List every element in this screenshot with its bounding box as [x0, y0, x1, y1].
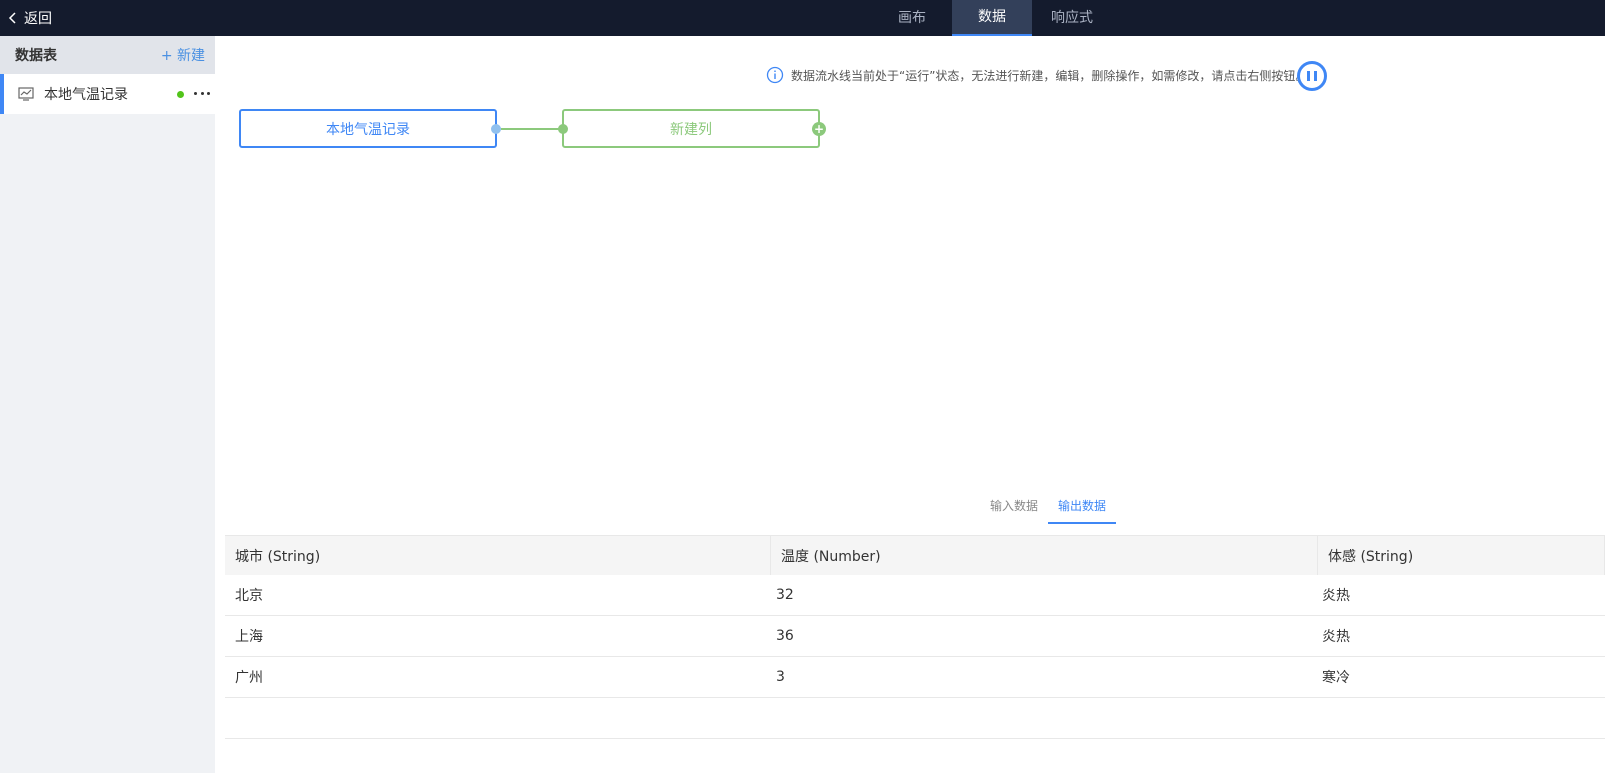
tab-data[interactable]: 数据	[952, 0, 1032, 36]
view-tabs: 画布 数据 响应式	[872, 0, 1112, 36]
table-row-empty	[225, 698, 1605, 739]
column-header-city[interactable]: 城市 (String)	[225, 536, 771, 575]
table-cell	[771, 698, 1318, 738]
table-cell: 3	[776, 669, 785, 685]
pipeline-notice: 数据流水线当前处于“运行”状态，无法进行新建，编辑，删除操作，如需修改，请点击右…	[766, 62, 1307, 88]
pause-icon	[1307, 71, 1310, 81]
table-cell: 广州	[235, 670, 263, 686]
output-port[interactable]	[491, 124, 501, 134]
back-label: 返回	[24, 11, 52, 27]
table-header: 城市 (String) 温度 (Number) 体感 (String)	[225, 535, 1605, 575]
output-table: 城市 (String) 温度 (Number) 体感 (String) 北京 3…	[225, 535, 1605, 739]
tab-output-data[interactable]: 输出数据	[1048, 490, 1117, 524]
table-row: 上海 36 炎热	[225, 616, 1605, 657]
notice-text: 数据流水线当前处于“运行”状态，无法进行新建，编辑，删除操作，如需修改，请点击右…	[791, 68, 1308, 83]
pipeline-node-new-column[interactable]: 新建列	[562, 109, 820, 148]
input-port[interactable]	[558, 124, 568, 134]
sidebar-item-local-temperature[interactable]: 本地气温记录	[0, 74, 215, 114]
table-cell: 北京	[235, 588, 263, 604]
chart-icon	[18, 87, 34, 101]
new-table-button[interactable]: + 新建	[161, 45, 205, 65]
info-icon	[766, 66, 784, 84]
sidebar-header: 数据表 + 新建	[0, 36, 215, 74]
table-cell: 炎热	[1322, 629, 1350, 645]
table-cell: 寒冷	[1322, 670, 1350, 686]
back-button[interactable]: 返回	[0, 0, 52, 36]
tab-responsive[interactable]: 响应式	[1032, 0, 1112, 36]
table-cell: 32	[776, 587, 794, 603]
table-cell: 炎热	[1322, 588, 1350, 604]
add-node-icon[interactable]: +	[812, 122, 826, 136]
table-cell: 36	[776, 628, 794, 644]
chevron-left-icon	[8, 12, 16, 24]
tab-canvas[interactable]: 画布	[872, 0, 952, 36]
table-row: 北京 32 炎热	[225, 575, 1605, 616]
column-header-temperature[interactable]: 温度 (Number)	[771, 536, 1318, 575]
table-cell: 上海	[235, 629, 263, 645]
table-cell	[225, 698, 771, 738]
data-tabs: 输入数据 输出数据	[980, 490, 1117, 524]
top-bar: 返回 画布 数据 响应式	[0, 0, 1605, 36]
pipeline-link	[501, 128, 559, 130]
pause-button[interactable]	[1297, 61, 1327, 91]
more-icon[interactable]	[194, 85, 210, 101]
pipeline-node-source[interactable]: 本地气温记录	[239, 109, 497, 148]
tab-input-data[interactable]: 输入数据	[980, 490, 1048, 524]
status-dot	[177, 91, 184, 98]
sidebar: 数据表 + 新建 本地气温记录	[0, 36, 215, 773]
column-header-feel[interactable]: 体感 (String)	[1318, 536, 1605, 575]
table-cell	[1318, 698, 1605, 738]
sidebar-title: 数据表	[15, 48, 57, 64]
table-row: 广州 3 寒冷	[225, 657, 1605, 698]
sidebar-item-label: 本地气温记录	[44, 87, 128, 103]
